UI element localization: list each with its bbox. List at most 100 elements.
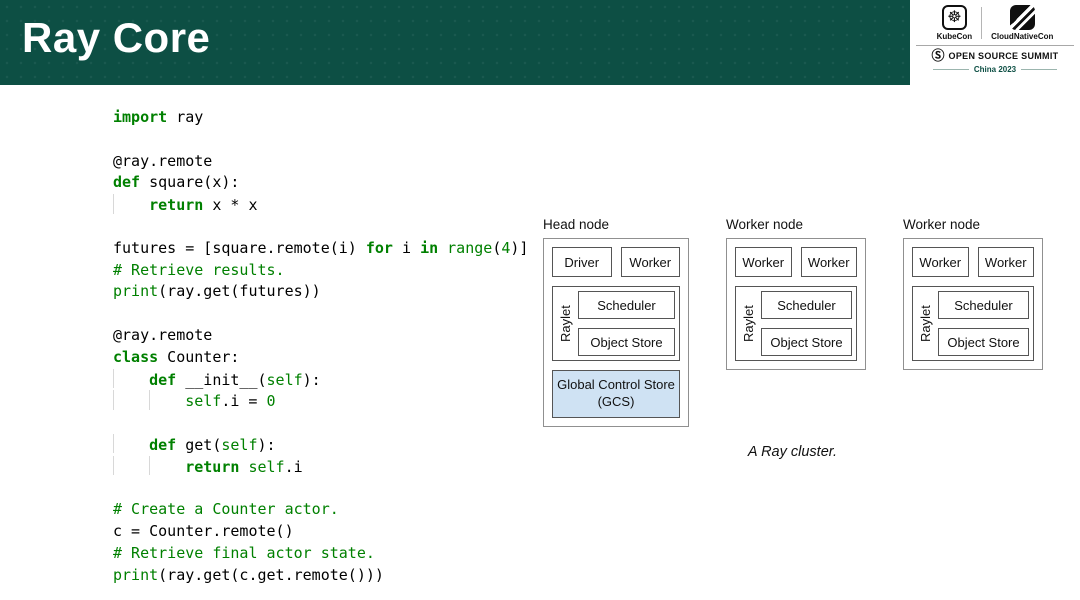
cloudnativecon-logo: CloudNativeCon [991, 5, 1053, 41]
code-line: return x * x [113, 194, 528, 216]
indent-guide [113, 194, 149, 214]
node-label: Worker node [726, 217, 866, 232]
code-token: get( [176, 436, 221, 454]
code-token: range [447, 239, 492, 257]
code-token: ): [303, 371, 321, 389]
open-source-summit-row: Ⓢ OPEN SOURCE SUMMIT [916, 45, 1074, 62]
worker-box: Worker [735, 247, 792, 277]
slide: Ray Core ☸ KubeCon CloudNativeCon Ⓢ OPEN… [0, 0, 1080, 600]
code-token: Counter: [158, 348, 239, 366]
code-token: class [113, 348, 158, 366]
code-token: @ray.remote [113, 152, 212, 170]
scheduler-box: Scheduler [578, 291, 675, 319]
code-line: def get(self): [113, 434, 528, 456]
code-token: __init__( [176, 371, 266, 389]
code-line: def square(x): [113, 172, 528, 194]
gcs-box: Global Control Store (GCS) [552, 370, 680, 418]
code-token: def [149, 436, 176, 454]
code-token: print [113, 282, 158, 300]
code-line: import ray [113, 107, 528, 129]
page-title: Ray Core [22, 14, 210, 62]
logo-row: ☸ KubeCon CloudNativeCon [937, 5, 1054, 41]
code-token: # Create a Counter actor. [113, 500, 339, 518]
code-token: return [185, 458, 239, 476]
node-label: Worker node [903, 217, 1043, 232]
indent-guide [113, 390, 149, 410]
cluster-caption: A Ray cluster. [700, 444, 885, 460]
code-line: print(ray.get(c.get.remote())) [113, 565, 528, 587]
code-line [113, 478, 528, 500]
raylet-contents: Scheduler Object Store [578, 291, 675, 356]
edition-label: China 2023 [974, 65, 1016, 74]
logo-divider [981, 7, 982, 39]
indent-guide [149, 456, 185, 476]
kubecon-logo: ☸ KubeCon [937, 5, 973, 41]
raylet-box: Raylet Scheduler Object Store [735, 286, 857, 361]
code-token: # Retrieve results. [113, 261, 285, 279]
code-line [113, 216, 528, 238]
code-token [438, 239, 447, 257]
head-node: Head node Driver Worker Raylet Scheduler… [543, 217, 689, 427]
worker-box: Worker [621, 247, 681, 277]
code-token: in [420, 239, 438, 257]
code-token: futures = [square.remote(i) [113, 239, 366, 257]
code-line: def __init__(self): [113, 369, 528, 391]
code-token: (ray.get(c.get.remote())) [158, 566, 384, 584]
code-token: ray [167, 108, 203, 126]
edition-row: China 2023 [933, 65, 1056, 74]
code-token: self [221, 436, 257, 454]
indent-guide [149, 390, 185, 410]
process-row: Worker Worker [912, 247, 1034, 277]
raylet-box: Raylet Scheduler Object Store [912, 286, 1034, 361]
worker-node-1: Worker node Worker Worker Raylet Schedul… [726, 217, 866, 370]
edition-line [933, 69, 969, 70]
code-line: @ray.remote [113, 325, 528, 347]
code-line: # Retrieve results. [113, 260, 528, 282]
code-token: ): [257, 436, 275, 454]
code-token: def [149, 371, 176, 389]
object-store-box: Object Store [578, 328, 675, 356]
code-token: # Retrieve final actor state. [113, 544, 375, 562]
code-line [113, 303, 528, 325]
worker-node-2: Worker node Worker Worker Raylet Schedul… [903, 217, 1043, 370]
cube-icon [1010, 5, 1035, 30]
code-token: import [113, 108, 167, 126]
code-line: return self.i [113, 456, 528, 478]
conference-logo-area: ☸ KubeCon CloudNativeCon Ⓢ OPEN SOURCE S… [910, 0, 1080, 85]
object-store-box: Object Store [761, 328, 852, 356]
code-line [113, 129, 528, 151]
indent-guide [113, 456, 149, 476]
code-token: print [113, 566, 158, 584]
node-box: Driver Worker Raylet Scheduler Object St… [543, 238, 689, 427]
code-token: i [393, 239, 420, 257]
process-row: Driver Worker [552, 247, 680, 277]
node-box: Worker Worker Raylet Scheduler Object St… [726, 238, 866, 370]
ray-cluster-diagram: Head node Driver Worker Raylet Scheduler… [543, 217, 1043, 427]
code-token: for [366, 239, 393, 257]
raylet-label: Raylet [740, 291, 757, 356]
worker-box: Worker [912, 247, 969, 277]
code-line: # Retrieve final actor state. [113, 543, 528, 565]
code-token: x * x [203, 196, 257, 214]
object-store-box: Object Store [938, 328, 1029, 356]
summit-label: OPEN SOURCE SUMMIT [949, 51, 1059, 61]
kubecon-label: KubeCon [937, 32, 973, 41]
raylet-contents: Scheduler Object Store [761, 291, 852, 356]
code-token: self [185, 393, 221, 411]
driver-box: Driver [552, 247, 612, 277]
code-line: @ray.remote [113, 151, 528, 173]
code-line: futures = [square.remote(i) for i in ran… [113, 238, 528, 260]
code-token: 0 [267, 393, 276, 411]
scheduler-box: Scheduler [938, 291, 1029, 319]
node-label: Head node [543, 217, 689, 232]
code-token: ( [492, 239, 501, 257]
raylet-label: Raylet [917, 291, 934, 356]
indent-guide [113, 434, 149, 454]
code-line: print(ray.get(futures)) [113, 281, 528, 303]
helm-icon: ☸ [942, 5, 967, 30]
code-line: class Counter: [113, 347, 528, 369]
raylet-contents: Scheduler Object Store [938, 291, 1029, 356]
raylet-label: Raylet [557, 291, 574, 356]
summit-s-icon: Ⓢ [932, 49, 945, 62]
cloudnativecon-label: CloudNativeCon [991, 32, 1053, 41]
